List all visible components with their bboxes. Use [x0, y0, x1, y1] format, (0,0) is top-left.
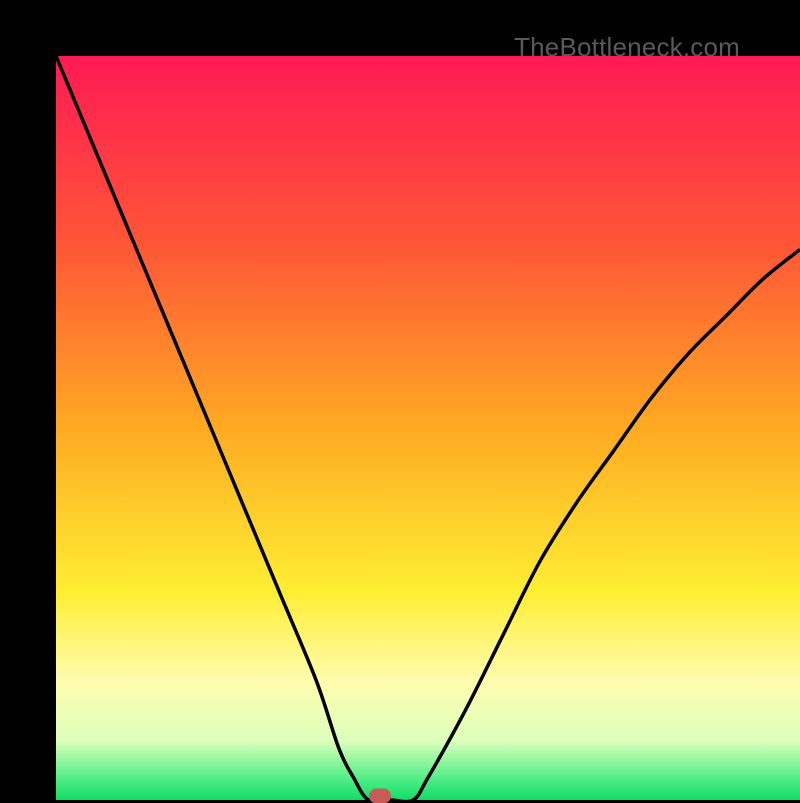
plot-area [56, 56, 800, 800]
chart-frame: TheBottleneck.com [0, 0, 800, 800]
optimal-point-marker [369, 788, 391, 803]
bottleneck-curve [56, 56, 800, 800]
watermark-text: TheBottleneck.com [514, 32, 740, 63]
